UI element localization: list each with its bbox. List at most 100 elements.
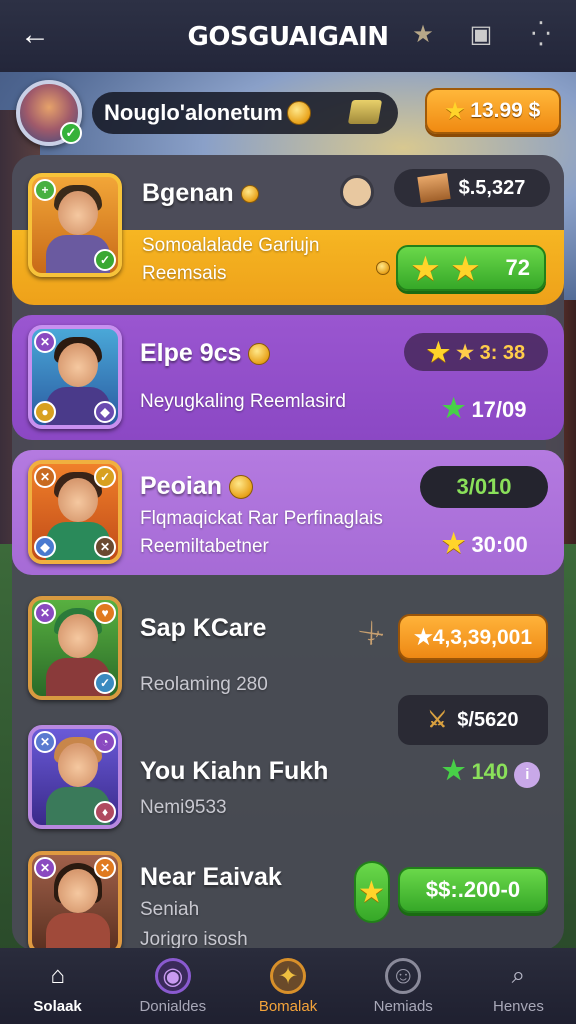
bottom-nav: ⌂ Solaak ◉ Donialdes ✦ Bomalak ☺ Nemiads…	[0, 948, 576, 1024]
character-subtitle-2: Reemsais	[142, 263, 227, 284]
list-item[interactable]: ✕ ♥ ✓ Sap KCare Reolaming 280 ⚔ ★4,3,39,…	[12, 590, 564, 710]
character-name: Sap KCare	[140, 614, 267, 642]
gold-coin-icon	[376, 261, 390, 275]
portrait-face	[58, 614, 98, 658]
character-name: Elpe 9cs	[140, 339, 271, 368]
nav-item-home[interactable]: ⌂ Solaak	[0, 948, 115, 1024]
check-badge-icon: ✓	[94, 466, 116, 488]
star-icon: ★	[412, 253, 439, 286]
sword-badge-icon: ✕	[34, 466, 56, 488]
nav-label: Donialdes	[139, 998, 207, 1015]
character-portrait: + ✓	[28, 173, 122, 277]
star-icon[interactable]: ★	[408, 20, 438, 50]
star-icon: ★	[452, 253, 479, 286]
check-badge-icon: ✓	[94, 249, 116, 271]
stat-top: $.5,327	[394, 169, 550, 207]
player-name: Nouglo'alonetum	[104, 100, 283, 125]
star-toggle[interactable]: ★	[354, 861, 390, 923]
nav-label: Bomalak	[258, 998, 318, 1015]
star-icon: ★	[358, 876, 385, 909]
star-badge-icon: ✦	[270, 958, 306, 994]
stat-top-button[interactable]: ★4,3,39,001	[398, 614, 548, 660]
currency-value: 13.99 $	[470, 99, 541, 122]
rating-button[interactable]: ★ ★ 72	[396, 245, 546, 291]
stat-bottom: ★ 17/09	[442, 393, 527, 423]
plus-badge-icon: +	[34, 179, 56, 201]
portrait-face	[58, 869, 98, 913]
top-bar: ← GOSGUAIGAIN ★ ▣ ⁛	[0, 0, 576, 72]
character-subtitle: Flqmaqickat Rar Perfinaglais	[140, 508, 383, 529]
shield-badge-icon: ◆	[94, 401, 116, 423]
star-icon: ★	[442, 755, 466, 785]
star-icon: ★	[442, 528, 466, 558]
buy-button[interactable]: $$:.200-0	[398, 867, 548, 913]
home-icon: ⌂	[50, 962, 65, 989]
sword-badge-icon: ✕	[34, 857, 56, 879]
verified-check-icon: ✓	[60, 122, 82, 144]
character-portrait: ✕ ● ◆	[28, 325, 122, 429]
list-item[interactable]: + ✓ Bgenan $.5,327 Somoalalade Gariujn R…	[12, 155, 564, 305]
character-subtitle: Nemi9533	[140, 797, 227, 818]
face-icon: ☺	[385, 958, 422, 994]
coin-badge-icon: ●	[34, 401, 56, 423]
stat-bottom: ★ 30:00	[442, 528, 528, 558]
cross-badge-icon: ✕	[94, 857, 116, 879]
currency-button[interactable]: ★ 13.99 $	[425, 88, 561, 134]
shield-badge-icon: ◆	[34, 536, 56, 558]
portrait-face	[58, 743, 98, 787]
cross-badge-icon: ✕	[94, 536, 116, 558]
sword-badge-icon: ✕	[34, 331, 56, 353]
stat-top: 3/010	[420, 466, 548, 508]
shield-icon: ◉	[154, 958, 191, 994]
character-name: Peoian	[140, 472, 253, 501]
player-name-bar: Nouglo'alonetum	[92, 92, 398, 134]
nav-label: Henves	[492, 998, 544, 1015]
character-name: You Kiahn Fukh	[140, 757, 329, 785]
portrait-face	[58, 478, 98, 522]
gold-coin-icon	[240, 185, 259, 204]
sword-badge-icon: ✕	[34, 731, 56, 753]
character-name: Near Eaivak	[140, 863, 282, 891]
clock-badge-icon: ◔	[94, 731, 116, 753]
star-icon: ★	[426, 336, 451, 367]
info-badge-icon[interactable]: i	[514, 762, 541, 788]
character-portrait: ✕ ✓ ◆ ✕	[28, 460, 122, 564]
list-item[interactable]: ✕ ◔ ♦ You Kiahn Fukh Nemi9533 ★ 140 i	[12, 715, 564, 835]
character-name: Bgenan	[142, 179, 259, 208]
more-icon[interactable]: ⁛	[526, 20, 556, 50]
nav-item-bomalak[interactable]: ✦ Bomalak	[230, 948, 345, 1024]
portrait-face	[58, 343, 98, 387]
gem-badge-icon: ♦	[94, 801, 116, 823]
cash-icon	[347, 100, 383, 124]
calendar-icon[interactable]: ▣	[466, 20, 496, 50]
character-subtitle-2: Jorigro isosh	[140, 929, 248, 950]
nav-item-henves[interactable]: ⌕ Henves	[461, 948, 576, 1024]
character-subtitle: Neyugkaling Reemlasird	[140, 391, 346, 412]
character-subtitle: Seniah	[140, 899, 200, 920]
star-icon: ★	[442, 393, 466, 423]
stat-top: ★ ★ 3: 38	[404, 333, 548, 371]
character-portrait: ✕ ◔ ♦	[28, 725, 122, 829]
star-icon: ★	[445, 99, 465, 123]
player-avatar[interactable]: ✓	[16, 80, 82, 146]
character-list: + ✓ Bgenan $.5,327 Somoalalade Gariujn R…	[12, 155, 564, 950]
mini-avatar-icon	[340, 175, 374, 209]
rating-value: 72	[505, 255, 530, 280]
character-portrait: ✕ ♥ ✓	[28, 596, 122, 700]
list-item[interactable]: ✕ ✓ ◆ ✕ Peoian Flqmaqickat Rar Perfinagl…	[12, 450, 564, 575]
character-portrait: ✕ ✕	[28, 851, 122, 950]
nav-label: Solaak	[33, 998, 82, 1015]
nav-item-nemiads[interactable]: ☺ Nemiads	[346, 948, 461, 1024]
check-badge-icon: ✓	[94, 672, 116, 694]
gold-coin-icon	[286, 101, 311, 125]
sword-icon: ⚔	[352, 614, 390, 653]
character-subtitle: Reolaming 280	[140, 674, 268, 695]
heart-badge-icon: ♥	[94, 602, 116, 624]
chest-icon	[416, 173, 451, 203]
list-item[interactable]: ✕ ✕ Near Eaivak Seniah Jorigro isosh ★ $…	[12, 845, 564, 950]
sword-badge-icon: ✕	[34, 602, 56, 624]
gold-coin-icon	[228, 475, 253, 500]
list-item[interactable]: ✕ ● ◆ Elpe 9cs Neyugkaling Reemlasird ★ ★…	[12, 315, 564, 440]
nav-label: Nemiads	[373, 998, 433, 1015]
nav-item-donialdes[interactable]: ◉ Donialdes	[115, 948, 230, 1024]
